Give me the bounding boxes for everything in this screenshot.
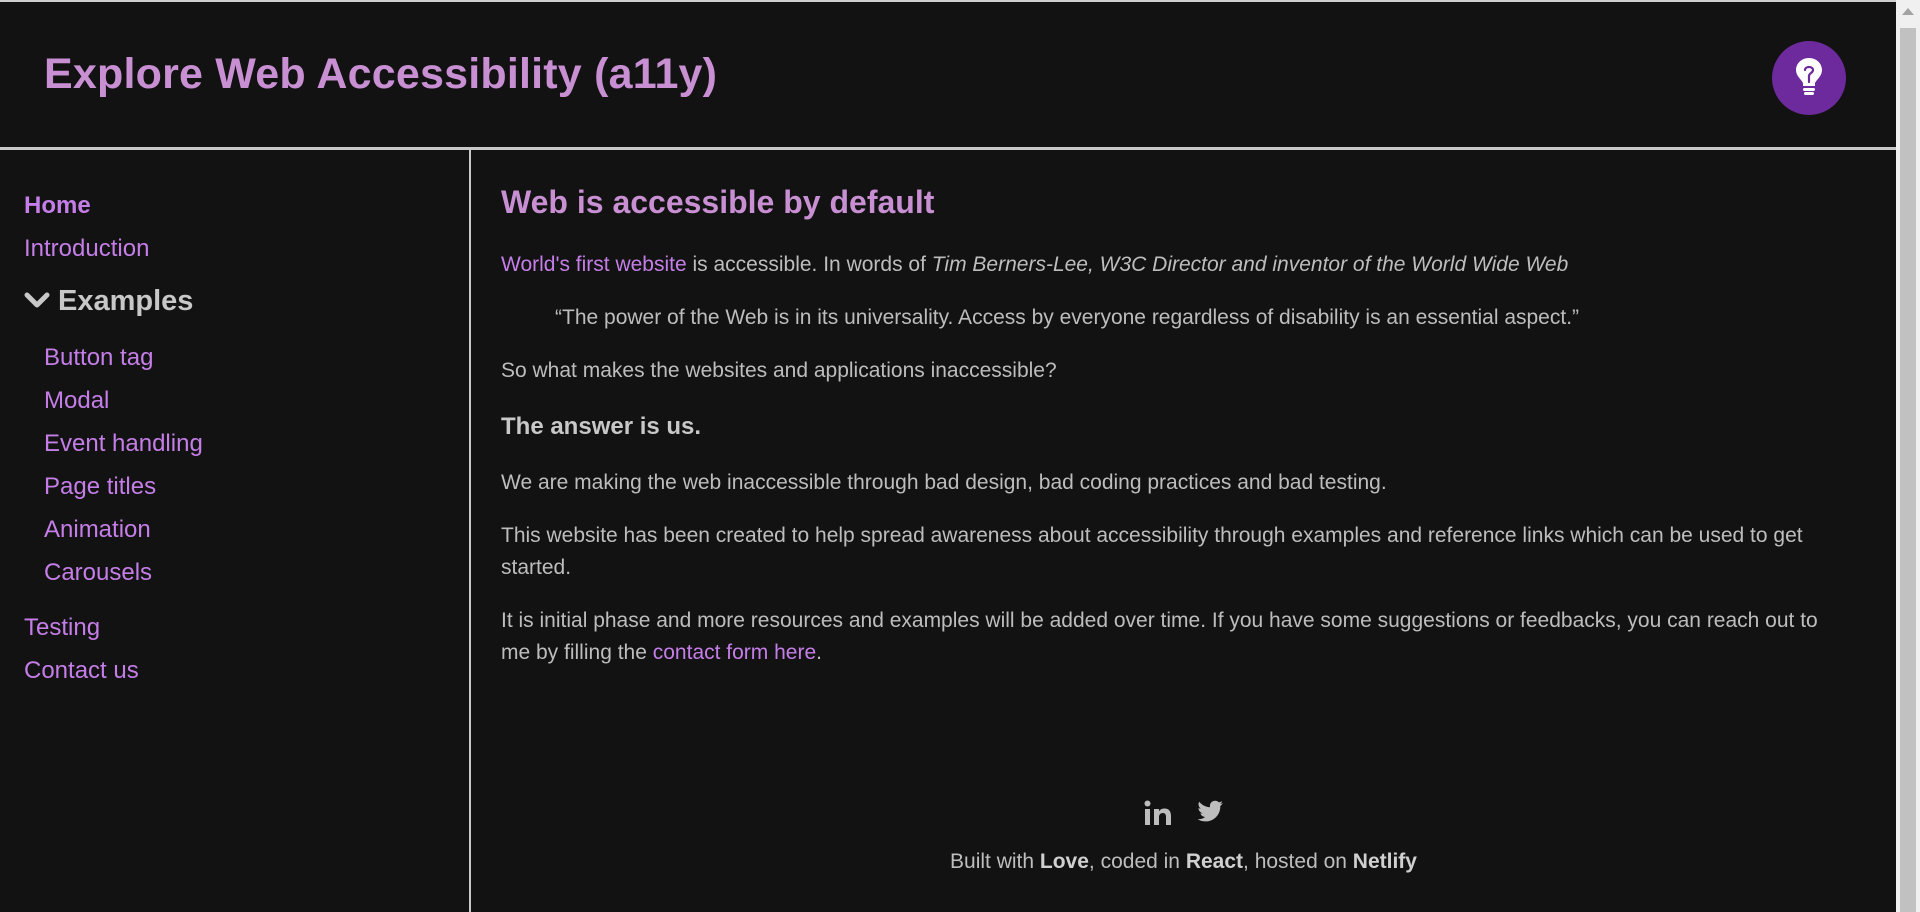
examples-submenu: Button tag Modal Event handling Page tit… (0, 336, 469, 594)
footer-love: Love (1039, 850, 1089, 873)
paragraph-bad-practices: We are making the web inaccessible throu… (501, 471, 1387, 494)
theme-toggle-button[interactable] (1772, 41, 1846, 115)
footer-react: React (1185, 850, 1244, 873)
sidebar-item-page-titles[interactable]: Page titles (0, 465, 469, 508)
sidebar-item-carousels[interactable]: Carousels (0, 551, 469, 594)
footer-netlify: Netlify (1352, 850, 1417, 873)
sidebar-item-home[interactable]: Home (0, 184, 469, 227)
sidebar-item-introduction[interactable]: Introduction (0, 227, 469, 270)
page-heading: Web is accessible by default (501, 184, 935, 220)
contact-paragraph-end: . (816, 641, 822, 664)
sidebar-bottom-items: Testing Contact us (0, 606, 469, 692)
site-header: Explore Web Accessibility (a11y) (0, 2, 1896, 150)
footer-hosted-prefix: , hosted on (1243, 850, 1353, 873)
quote-text: “The power of the Web is in its universa… (555, 306, 1580, 329)
chevron-down-icon (24, 285, 58, 318)
sidebar-item-button-tag[interactable]: Button tag (0, 336, 469, 379)
sidebar-item-animation[interactable]: Animation (0, 508, 469, 551)
vertical-scrollbar[interactable] (1896, 0, 1920, 912)
page: Explore Web Accessibility (a11y) Home In… (0, 0, 1896, 912)
page-layout: Home Introduction Examples Button tag Mo… (0, 150, 1896, 912)
examples-group-toggle[interactable]: Examples (0, 276, 469, 326)
linkedin-icon[interactable] (1144, 800, 1172, 826)
worlds-first-website-link[interactable]: World's first website (501, 253, 687, 276)
site-footer: Built with Love, coded in React, hosted … (471, 800, 1896, 874)
sidebar-item-contact-us[interactable]: Contact us (0, 649, 469, 692)
examples-group-label: Examples (58, 284, 194, 317)
intro-text: is accessible. In words of (686, 253, 932, 276)
footer-coded-prefix: , coded in (1088, 850, 1186, 873)
scroll-up-arrow-icon[interactable] (1902, 8, 1914, 15)
sidebar-item-modal[interactable]: Modal (0, 379, 469, 422)
twitter-icon[interactable] (1196, 800, 1224, 826)
contact-form-link[interactable]: contact form here (653, 641, 816, 664)
footer-built-prefix: Built with (950, 850, 1040, 873)
paragraph-purpose: This website has been created to help sp… (501, 524, 1803, 579)
question-text: So what makes the websites and applicati… (501, 359, 1057, 382)
lightbulb-icon (1792, 54, 1826, 103)
footer-credits: Built with Love, coded in React, hosted … (471, 850, 1896, 874)
site-title: Explore Web Accessibility (a11y) (44, 50, 718, 98)
answer-heading: The answer is us. (501, 413, 702, 440)
sidebar-item-event-handling[interactable]: Event handling (0, 422, 469, 465)
sidebar-item-testing[interactable]: Testing (0, 606, 469, 649)
paragraph-contact: It is initial phase and more resources a… (501, 605, 1850, 669)
intro-attribution: Tim Berners-Lee, W3C Director and invent… (931, 253, 1569, 276)
scrollbar-thumb[interactable] (1900, 28, 1916, 912)
intro-paragraph: World's first website is accessible. In … (501, 249, 1850, 281)
social-links (471, 800, 1896, 826)
sidebar: Home Introduction Examples Button tag Mo… (0, 150, 471, 912)
main-content: Web is accessible by default World's fir… (471, 150, 1896, 912)
